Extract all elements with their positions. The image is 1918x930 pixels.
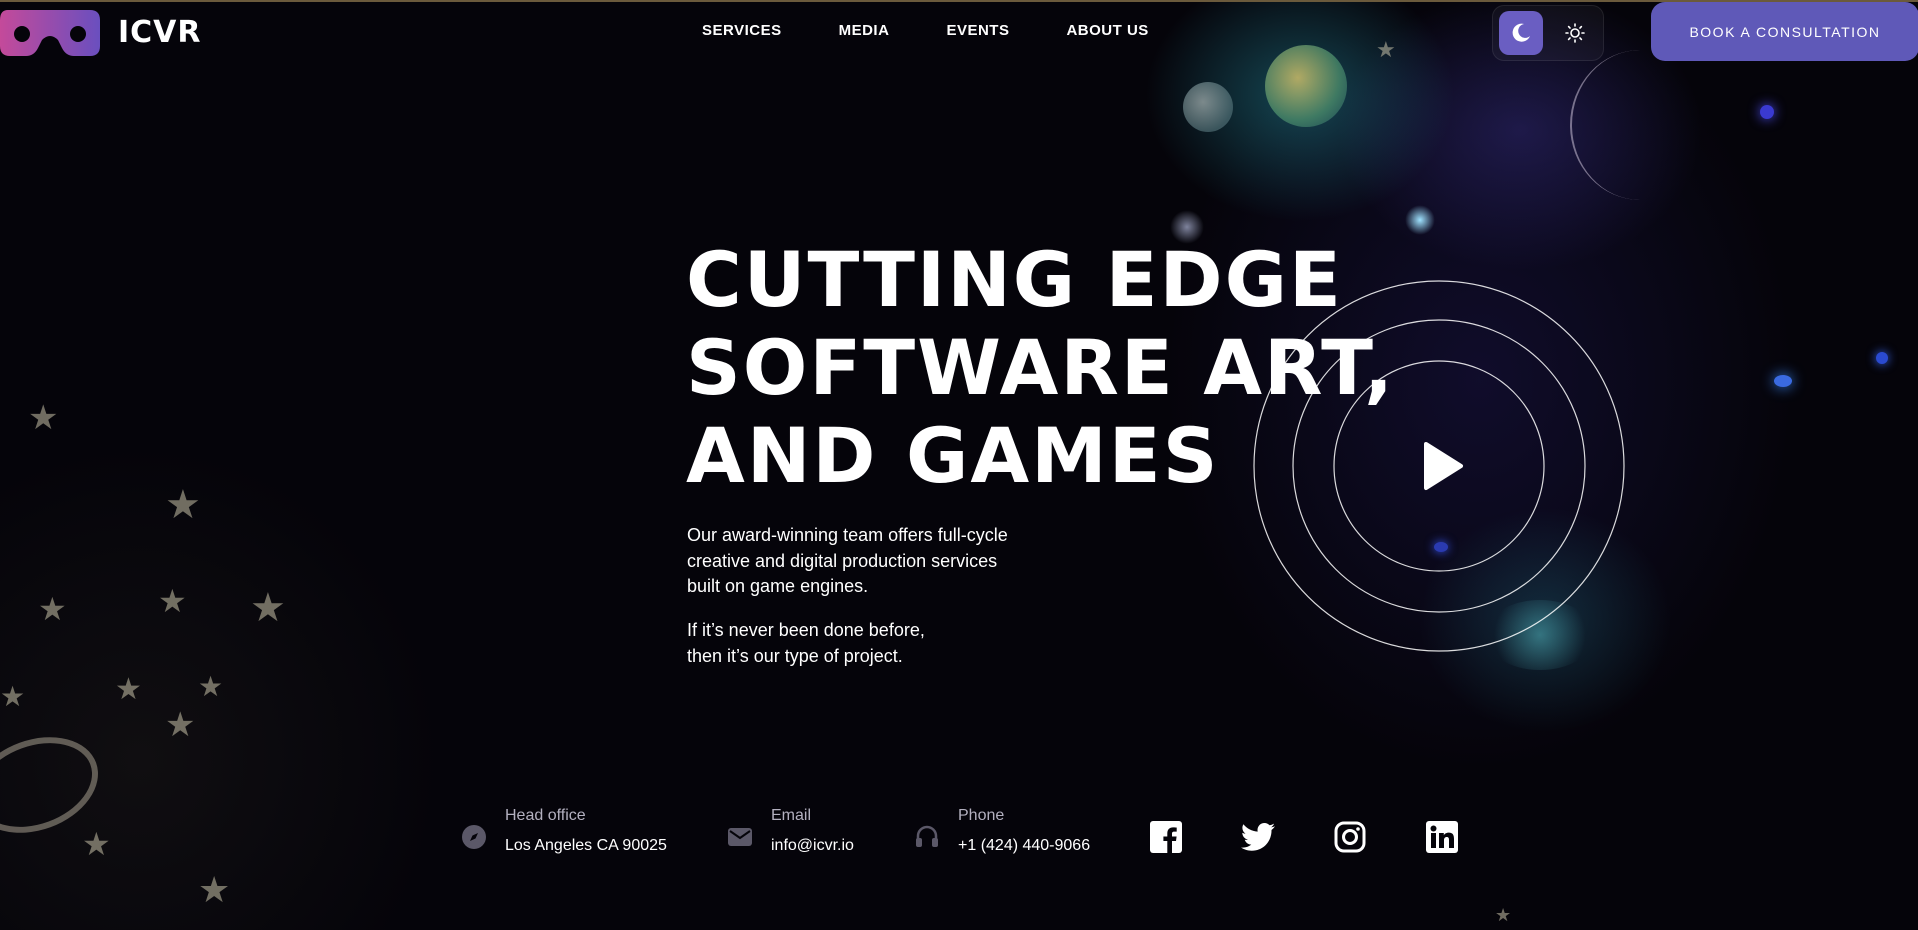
- phone-label: Phone: [958, 807, 1005, 824]
- facebook-link[interactable]: [1149, 820, 1183, 854]
- light-mode-button[interactable]: [1553, 11, 1597, 55]
- hero-description-line: built on game engines.: [687, 576, 869, 596]
- background-star: ★: [165, 482, 201, 528]
- facebook-icon: [1150, 821, 1182, 853]
- twitter-icon: [1241, 823, 1275, 851]
- brand-logo[interactable]: ICVR: [0, 6, 202, 58]
- top-accent-line: [0, 0, 1918, 2]
- headset-icon: [914, 824, 940, 850]
- background-ring-planet: [0, 720, 112, 850]
- hero-tagline-line: then it’s our type of project.: [687, 645, 903, 666]
- play-rings: [1253, 280, 1625, 652]
- background-arc: [1570, 50, 1710, 200]
- nav-item-events[interactable]: EVENTS: [946, 22, 1009, 39]
- background-star: ★: [198, 870, 231, 911]
- twitter-link[interactable]: [1241, 820, 1275, 854]
- main-nav: SERVICES MEDIA EVENTS ABOUT US: [702, 22, 1206, 39]
- background-planet-large: [1265, 45, 1347, 127]
- nav-item-about-us[interactable]: ABOUT US: [1066, 22, 1148, 39]
- hero-tagline: If it’s never been done before, then it’…: [687, 618, 1017, 669]
- email-label: Email: [771, 807, 812, 824]
- background-star: ★: [38, 590, 67, 628]
- background-planet-small: [1183, 82, 1233, 132]
- background-star: ★: [28, 398, 59, 438]
- background-star: ★: [250, 585, 286, 631]
- moon-icon: [1512, 23, 1530, 42]
- linkedin-link[interactable]: [1425, 820, 1459, 854]
- nav-item-services[interactable]: SERVICES: [702, 22, 782, 39]
- phone-link[interactable]: +1 (424) 440-9066: [958, 836, 1090, 856]
- background-star: ★: [115, 672, 142, 707]
- instagram-icon: [1334, 821, 1366, 853]
- background-star: ★: [1495, 905, 1512, 926]
- contact-email: Email info@icvr.io: [727, 806, 854, 856]
- contact-phone: Phone +1 (424) 440-9066: [914, 806, 1090, 856]
- page-root: ★ ★ ★ ★ ★ ★ ★ ★ ★ ★ ★ ★ ★ ICVR SERVICES …: [0, 0, 1918, 930]
- contact-office: Head office Los Angeles CA 90025: [461, 806, 667, 856]
- office-label: Head office: [505, 807, 586, 824]
- hero-description-line: creative and digital production services: [687, 550, 998, 571]
- background-star: ★: [1376, 38, 1396, 63]
- hero-description-line: Our award-winning team offers full-cycle: [687, 525, 1008, 545]
- brand-name: ICVR: [118, 14, 202, 50]
- vr-headset-logo-icon: [0, 10, 100, 56]
- hero-description: Our award-winning team offers full-cycle…: [687, 523, 1067, 600]
- play-video-button[interactable]: [1253, 280, 1625, 652]
- sun-icon: [1565, 23, 1585, 43]
- play-icon: [1424, 442, 1463, 490]
- background-star: ★: [165, 705, 196, 745]
- envelope-icon: [727, 824, 753, 850]
- instagram-link[interactable]: [1333, 820, 1367, 854]
- background-light-dot: [1774, 375, 1792, 387]
- office-address: Los Angeles CA 90025: [505, 837, 667, 854]
- nav-item-media[interactable]: MEDIA: [839, 22, 890, 39]
- background-star: ★: [82, 825, 111, 863]
- background-star: ★: [158, 582, 187, 620]
- theme-toggle: [1492, 5, 1604, 61]
- hero-tagline-line: If it’s never been done before,: [687, 620, 925, 640]
- background-star: ★: [198, 670, 224, 703]
- background-star: ★: [0, 680, 26, 713]
- book-consultation-button[interactable]: BOOK A CONSULTATION: [1651, 2, 1918, 61]
- background-glow-orb: [1405, 205, 1435, 235]
- background-light-dot: [1876, 352, 1888, 364]
- email-link[interactable]: info@icvr.io: [771, 836, 854, 856]
- dark-mode-button[interactable]: [1499, 11, 1543, 55]
- background-light-dot: [1760, 105, 1774, 119]
- linkedin-icon: [1426, 821, 1458, 853]
- compass-icon: [461, 824, 487, 850]
